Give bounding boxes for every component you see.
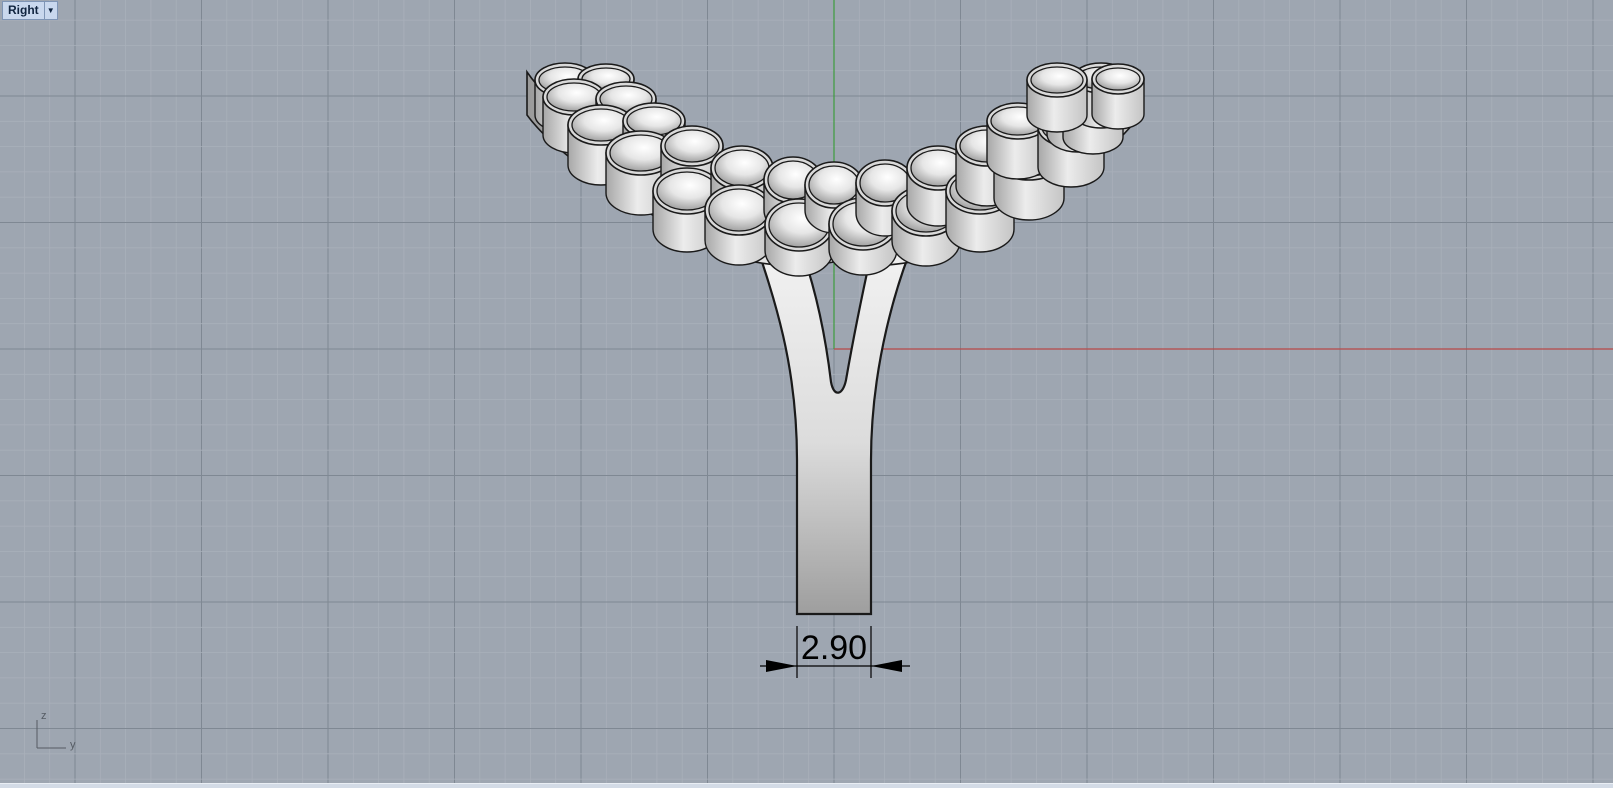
gem-stone (708, 188, 770, 232)
viewport-bottom-border (0, 783, 1613, 788)
gem-stone (1095, 67, 1141, 91)
pave-gem-cluster[interactable] (534, 62, 1145, 277)
viewport-canvas[interactable]: 2.90 z y (0, 0, 1613, 788)
dimension-arrow-right-icon (871, 660, 902, 672)
viewport-right[interactable]: 2.90 z y Right ▼ (0, 0, 1613, 788)
gem-stone (1030, 66, 1084, 94)
gem-bezel[interactable] (704, 184, 774, 266)
gem-stone (808, 165, 860, 205)
chevron-down-icon[interactable]: ▼ (43, 2, 57, 19)
axis-widget-y-label: y (70, 739, 76, 751)
axis-widget-z-label: z (41, 710, 47, 722)
dimension-annotation[interactable]: 2.90 (760, 626, 910, 678)
gem-bezel[interactable] (1026, 62, 1088, 133)
viewport-title-tab[interactable]: Right ▼ (2, 1, 58, 20)
ring-shank[interactable] (750, 230, 920, 616)
viewport-title[interactable]: Right (3, 2, 44, 19)
gem-stone (714, 149, 770, 187)
gem-stone (664, 129, 720, 163)
dimension-value: 2.90 (801, 629, 867, 667)
dimension-arrow-left-icon (766, 660, 797, 672)
axis-widget-icon: z y (36, 710, 76, 751)
gem-bezel[interactable] (1091, 63, 1145, 130)
